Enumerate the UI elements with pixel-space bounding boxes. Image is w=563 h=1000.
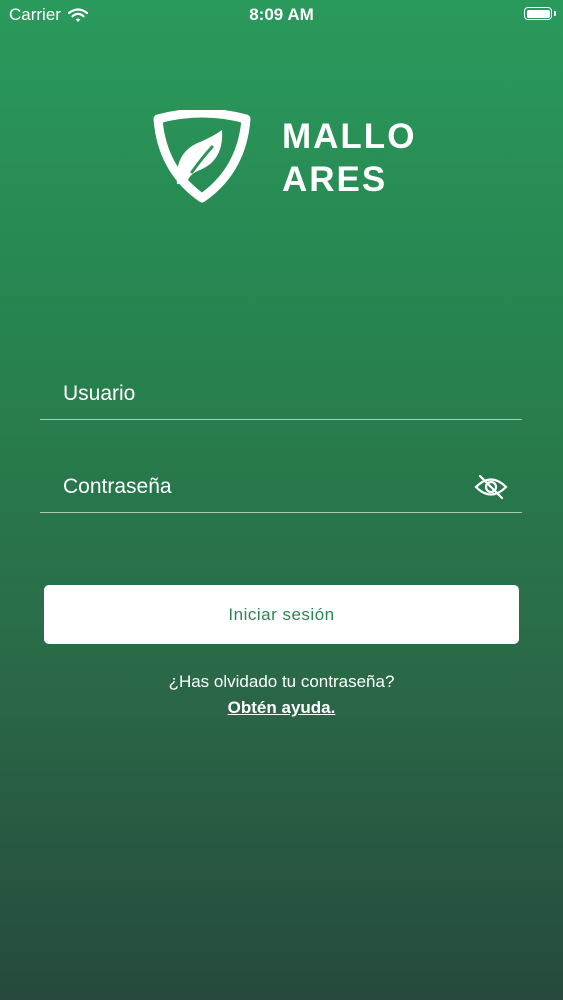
password-field [40,462,522,513]
brand-name: MALLO ARES [282,115,416,201]
brand-line-2: ARES [282,159,388,199]
brand-line-1: MALLO [282,116,417,156]
username-input[interactable] [40,369,522,419]
password-input[interactable] [40,462,522,512]
shield-leaf-logo [153,110,251,203]
get-help-link[interactable]: Obtén ayuda. [0,698,563,718]
eye-off-icon[interactable] [474,474,508,500]
battery-icon [524,7,552,20]
status-time: 8:09 AM [249,5,314,24]
battery-tip [554,11,556,16]
forgot-password-text: ¿Has olvidado tu contraseña? [168,672,395,691]
login-button[interactable]: Iniciar sesión [44,585,519,644]
brand-logo: MALLO ARES [152,110,416,205]
status-bar: Carrier 8:09 AM [0,0,563,30]
login-screen: Carrier 8:09 AM MALLO ARES Usuario Inici… [0,0,563,1000]
username-field [40,369,522,420]
